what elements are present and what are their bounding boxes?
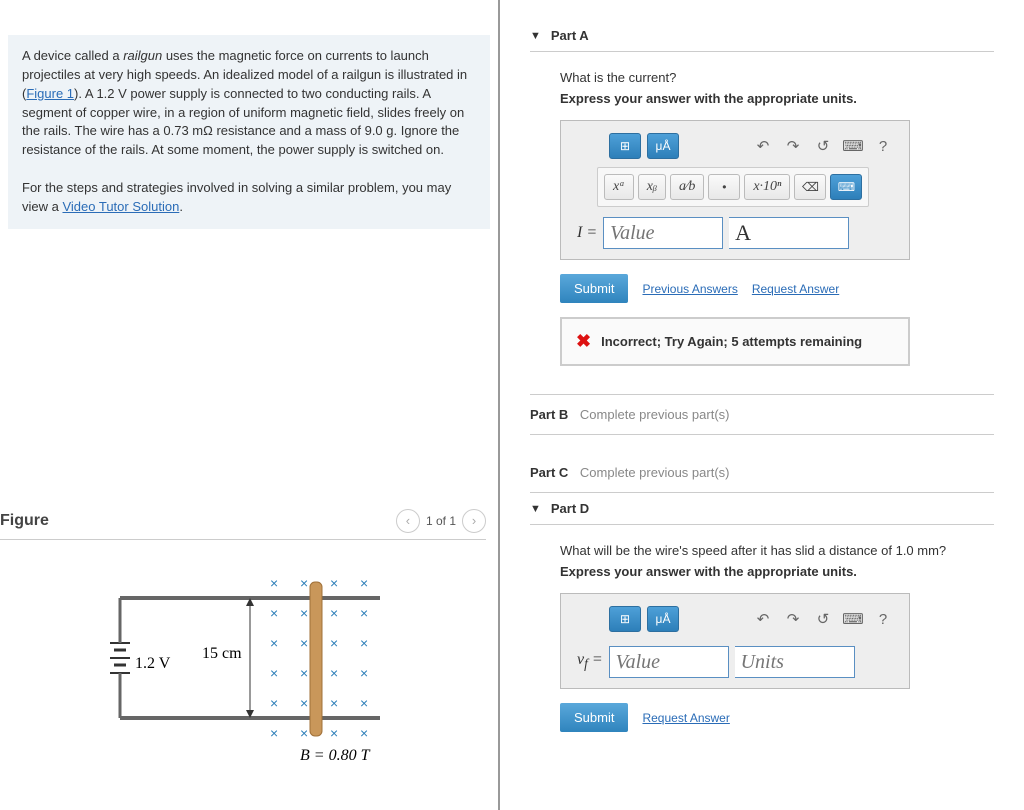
fig-voltage-label: 1.2 V — [135, 655, 171, 672]
fig-field-label: B = 0.80 T — [300, 747, 371, 764]
svg-text:×: × — [270, 725, 278, 741]
svg-text:×: × — [360, 575, 368, 591]
svg-text:×: × — [300, 725, 308, 741]
templates-button[interactable]: ⊞ — [609, 133, 641, 159]
svg-text:×: × — [300, 665, 308, 681]
caret-down-icon: ▼ — [530, 30, 541, 42]
svg-text:×: × — [270, 605, 278, 621]
part-d-prompt: What will be the wire's speed after it h… — [530, 539, 994, 564]
keyboard-popup-button[interactable]: ⌨ — [830, 174, 862, 200]
intro-text: A device called a railgun uses the magne… — [22, 48, 467, 157]
help-icon[interactable]: ? — [871, 138, 895, 155]
keyboard-icon[interactable]: ⌨ — [841, 137, 865, 155]
part-d-header[interactable]: ▼ Part D — [530, 493, 994, 525]
sci-notation-button[interactable]: x·10ⁿ — [744, 174, 790, 200]
redo-icon[interactable]: ↷ — [781, 137, 805, 155]
part-d-answer-box: ⊞ μÅ ↶ ↷ ↺ ⌨ ? vf = — [560, 593, 910, 689]
svg-text:×: × — [270, 635, 278, 651]
problem-intro: A device called a railgun uses the magne… — [8, 35, 490, 229]
part-a-submit-button[interactable]: Submit — [560, 274, 628, 303]
units-button[interactable]: μÅ — [647, 133, 679, 159]
svg-text:×: × — [270, 575, 278, 591]
svg-text:×: × — [270, 665, 278, 681]
svg-text:×: × — [330, 635, 338, 651]
reset-icon[interactable]: ↺ — [811, 610, 835, 628]
feedback-text: Incorrect; Try Again; 5 attempts remaini… — [601, 334, 862, 349]
fig-length-label: 15 cm — [202, 645, 242, 662]
part-d-unit-input[interactable] — [735, 646, 855, 678]
fraction-button[interactable]: a⁄b — [670, 174, 704, 200]
part-d-value-input[interactable] — [609, 646, 729, 678]
caret-down-icon: ▼ — [530, 503, 541, 515]
keyboard-icon[interactable]: ⌨ — [841, 610, 865, 628]
svg-text:×: × — [330, 575, 338, 591]
svg-text:×: × — [360, 695, 368, 711]
svg-text:×: × — [360, 635, 368, 651]
svg-text:×: × — [330, 665, 338, 681]
part-a-unit-input[interactable] — [729, 217, 849, 249]
request-answer-link[interactable]: Request Answer — [752, 282, 839, 296]
part-a-express: Express your answer with the appropriate… — [530, 91, 994, 120]
part-a-prompt: What is the current? — [530, 66, 994, 91]
svg-text:×: × — [330, 695, 338, 711]
part-d-express: Express your answer with the appropriate… — [530, 564, 994, 593]
part-d-request-answer-link[interactable]: Request Answer — [642, 711, 729, 725]
svg-text:×: × — [300, 575, 308, 591]
part-a-variable: I = — [577, 224, 597, 242]
undo-icon[interactable]: ↶ — [751, 610, 775, 628]
part-a-answer-box: ⊞ μÅ ↶ ↷ ↺ ⌨ ? xᵃ xᵦ a⁄b • x·10ⁿ ⌫ ⌨ I = — [560, 120, 910, 260]
part-d-submit-button[interactable]: Submit — [560, 703, 628, 732]
part-a-feedback: ✖ Incorrect; Try Again; 5 attempts remai… — [560, 317, 910, 366]
svg-text:×: × — [330, 725, 338, 741]
units-button[interactable]: μÅ — [647, 606, 679, 632]
svg-text:×: × — [330, 605, 338, 621]
pager-next-button[interactable]: › — [462, 509, 486, 533]
video-tutor-link[interactable]: Video Tutor Solution — [62, 199, 179, 214]
pager-prev-button[interactable]: ‹ — [396, 509, 420, 533]
svg-text:×: × — [360, 605, 368, 621]
part-a-header[interactable]: ▼ Part A — [530, 20, 994, 52]
redo-icon[interactable]: ↷ — [781, 610, 805, 628]
svg-text:×: × — [360, 665, 368, 681]
part-a-label: Part A — [551, 28, 589, 43]
part-c-text: Complete previous part(s) — [580, 465, 730, 480]
subscript-button[interactable]: xᵦ — [638, 174, 666, 200]
incorrect-icon: ✖ — [576, 331, 591, 352]
part-a-value-input[interactable] — [603, 217, 723, 249]
part-c-label: Part C — [530, 465, 568, 480]
part-b-text: Complete previous part(s) — [580, 407, 730, 422]
reset-icon[interactable]: ↺ — [811, 137, 835, 155]
figure-pager: ‹ 1 of 1 › — [396, 509, 486, 533]
undo-icon[interactable]: ↶ — [751, 137, 775, 155]
templates-button[interactable]: ⊞ — [609, 606, 641, 632]
part-c-row: Part C Complete previous part(s) — [530, 453, 994, 493]
pager-label: 1 of 1 — [426, 514, 456, 528]
help-icon[interactable]: ? — [871, 611, 895, 628]
svg-text:×: × — [270, 695, 278, 711]
part-b-label: Part B — [530, 407, 568, 422]
superscript-button[interactable]: xᵃ — [604, 174, 634, 200]
svg-text:×: × — [300, 605, 308, 621]
part-d-variable: vf = — [577, 651, 603, 672]
svg-text:×: × — [360, 725, 368, 741]
figure-link[interactable]: Figure 1 — [26, 86, 74, 101]
part-d-label: Part D — [551, 501, 589, 516]
previous-answers-link[interactable]: Previous Answers — [642, 282, 737, 296]
figure-title: Figure — [0, 512, 49, 530]
svg-text:×: × — [300, 695, 308, 711]
dot-button[interactable]: • — [708, 174, 740, 200]
part-b-row: Part B Complete previous part(s) — [530, 394, 994, 435]
svg-text:×: × — [300, 635, 308, 651]
figure-illustration: 1.2 V 15 cm × × × × × × × × × × × × × × × × × × × × × × ×… — [80, 558, 498, 771]
backspace-button[interactable]: ⌫ — [794, 174, 826, 200]
